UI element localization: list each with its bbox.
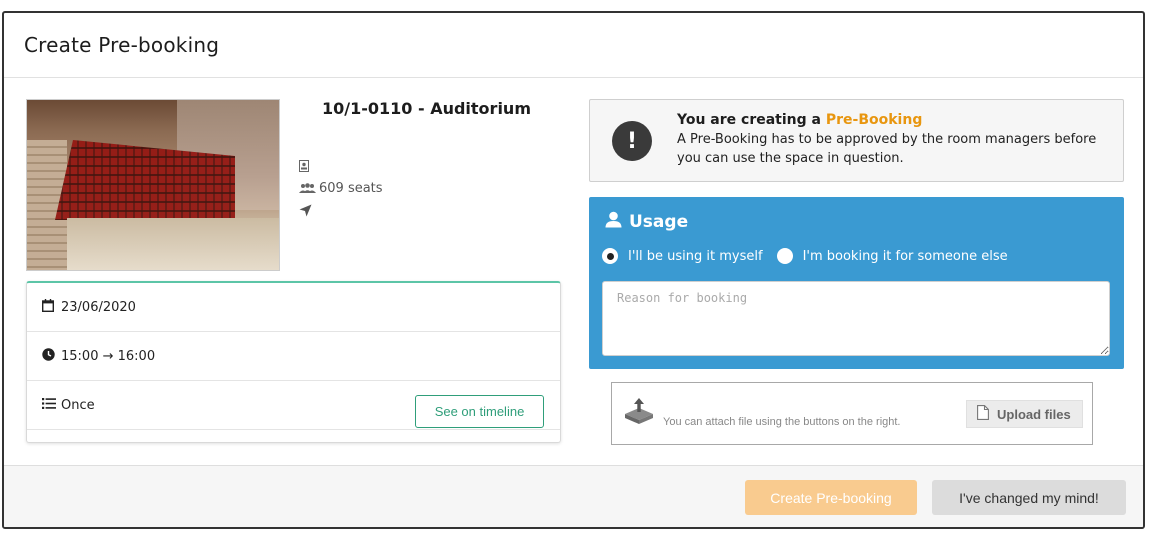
room-photo [26, 99, 280, 271]
dialog-footer: Create Pre-booking I've changed my mind! [4, 465, 1143, 527]
notice-title: You are creating a Pre-Booking [677, 112, 923, 128]
usage-options: I'll be using it myself I'm booking it f… [602, 248, 1022, 264]
radio-someone-else[interactable] [776, 248, 793, 264]
notice-body: A Pre-Booking has to be approved by the … [677, 132, 1097, 166]
upload-tray-icon [625, 398, 653, 424]
radio-self-label[interactable]: I'll be using it myself [628, 249, 763, 264]
seat-count: 609 seats [319, 180, 383, 196]
users-icon [299, 182, 319, 194]
upload-files-button[interactable]: Upload files [966, 400, 1083, 428]
booking-date-row: 23/06/2020 [27, 283, 560, 332]
file-icon [977, 405, 989, 423]
dialog-title: Create Pre-booking [24, 33, 220, 57]
prebooking-notice: ! You are creating a Pre-Booking A Pre-B… [589, 99, 1124, 182]
see-on-timeline-button[interactable]: See on timeline [415, 395, 544, 428]
attachment-hint: You can attach file using the buttons on… [663, 416, 901, 428]
booking-date: 23/06/2020 [61, 299, 136, 315]
reason-for-booking-input[interactable] [602, 281, 1110, 356]
booking-time-row: 15:00 → 16:00 [27, 332, 560, 381]
usage-panel: Usage I'll be using it myself I'm bookin… [589, 197, 1124, 369]
radio-someone-else-label[interactable]: I'm booking it for someone else [803, 249, 1008, 264]
usage-title: Usage [605, 211, 688, 232]
dialog-header: Create Pre-booking [4, 13, 1143, 78]
user-icon [605, 211, 629, 232]
notice-title-highlight: Pre-Booking [825, 112, 923, 128]
cancel-button[interactable]: I've changed my mind! [932, 480, 1126, 515]
list-icon [42, 398, 61, 412]
location-arrow-icon [299, 204, 319, 217]
booking-recurrence: Once [61, 397, 95, 413]
room-name: 10/1-0110 - Auditorium [322, 99, 531, 118]
calendar-icon [41, 299, 61, 315]
create-prebooking-button[interactable]: Create Pre-booking [745, 480, 917, 515]
exclamation-icon: ! [612, 121, 652, 161]
booking-summary-card: 23/06/2020 15:00 → 16:00 Once See on tim… [26, 281, 561, 443]
badge-icon [299, 160, 319, 172]
clock-icon [42, 348, 61, 364]
create-prebooking-dialog: Create Pre-booking 10/1-0110 - Auditoriu… [2, 11, 1145, 529]
attachment-dropzone[interactable]: You can attach file using the buttons on… [611, 382, 1093, 445]
room-details: 609 seats [299, 155, 383, 221]
booking-time: 15:00 → 16:00 [61, 348, 156, 364]
radio-self[interactable] [602, 248, 618, 264]
